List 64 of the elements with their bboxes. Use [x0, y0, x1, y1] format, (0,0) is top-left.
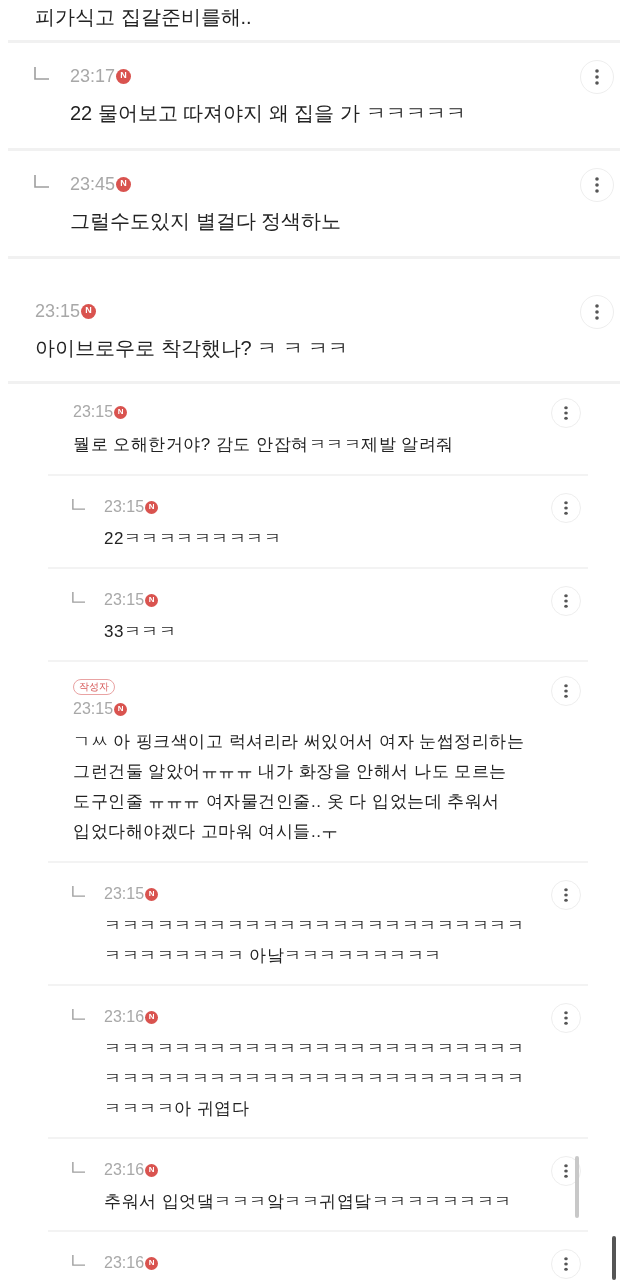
more-icon: [595, 177, 599, 193]
comment-time: 23:16: [104, 1160, 145, 1180]
comment-time: 23:15: [73, 402, 114, 422]
comment-text: 피가식고 집갈준비를해..: [35, 5, 252, 30]
new-badge: N: [145, 500, 159, 514]
new-badge: N: [145, 593, 159, 607]
reply-corner-icon: [72, 592, 85, 603]
comment-text: ㅋㅋㅋㅋㅋㅋㅋㅋㅋㅋㅋㅋㅋㅋㅋㅋㅋㅋㅋㅋㅋㅋㅋㅋㅋㅋㅋㅋㅋㅋㅋㅋㅋㅋㅋㅋㅋㅋㅋㅋㅋㅋㅋㅋㅋㅋㅋㅋㅋㅋㅋㅋ아 귀엽다: [104, 1038, 525, 1120]
more-icon: [564, 594, 568, 608]
scrollbar-thumb: [612, 1236, 616, 1280]
comment-text: 22ㅋㅋㅋㅋㅋㅋㅋㅋㅋ: [104, 528, 282, 550]
more-button[interactable]: [580, 295, 614, 329]
new-badge: N: [114, 702, 128, 716]
comment-text: 추워서 입엇댘ㅋㅋㅋ앜ㅋㅋ귀엽닼ㅋㅋㅋㅋㅋㅋㅋㅋ: [104, 1191, 512, 1213]
more-button[interactable]: [580, 168, 614, 202]
more-icon: [595, 69, 599, 85]
new-badge: N: [114, 405, 128, 419]
more-button[interactable]: [551, 493, 581, 523]
more-icon: [564, 684, 568, 698]
reply-corner-icon: [34, 67, 49, 80]
reply-corner-icon: [72, 886, 85, 897]
more-button[interactable]: [551, 586, 581, 616]
comment-time: 23:17: [70, 65, 116, 88]
comment-time: 23:16: [104, 1007, 145, 1027]
comment-text: 33ㅋㅋㅋ: [104, 621, 177, 643]
reply-corner-icon: [72, 1162, 85, 1173]
comment-text: ㅋㅋㅋㅋㅋㅋㅋㅋㅋㅋㅋㅋㅋㅋㅋㅋㅋㅋㅋㅋㅋㅋㅋㅋㅋㅋㅋㅋㅋㅋㅋㅋ 아낰ㅋㅋㅋㅋㅋㅋㅋㅋㅋ: [104, 915, 525, 967]
more-icon: [564, 1164, 568, 1178]
comment-time: 23:16: [104, 1253, 145, 1273]
comment-time: 23:15: [104, 590, 145, 610]
comment-time: 23:45: [70, 173, 116, 196]
new-badge: N: [145, 1010, 159, 1024]
new-badge: N: [145, 1163, 159, 1177]
more-button[interactable]: [551, 1003, 581, 1033]
comment-time: 23:15: [35, 300, 81, 323]
more-icon: [595, 304, 599, 320]
reply-corner-icon: [72, 1009, 85, 1020]
more-button[interactable]: [551, 880, 581, 910]
comment-time: 23:15: [104, 497, 145, 517]
comment-text: 22 물어보고 따져야지 왜 집을 가 ㅋㅋㅋㅋㅋ: [70, 101, 466, 126]
more-icon: [564, 406, 568, 420]
more-icon: [564, 888, 568, 902]
more-button[interactable]: [580, 60, 614, 94]
reply-corner-icon: [72, 1255, 85, 1266]
more-button[interactable]: [551, 1249, 581, 1279]
comment-text: 그럴수도있지 별걸다 정색하노: [70, 209, 342, 234]
new-badge: N: [116, 176, 132, 192]
reply-corner-icon: [34, 175, 49, 188]
more-button[interactable]: [551, 676, 581, 706]
new-badge: N: [145, 1256, 159, 1270]
scrollbar-thumb: [575, 1156, 579, 1218]
comment-text: 뭘로 오해한거야? 감도 안잡혀ㅋㅋㅋ제발 알려줘: [73, 434, 454, 456]
reply-corner-icon: [72, 499, 85, 510]
new-badge: N: [145, 887, 159, 901]
more-icon: [564, 1257, 568, 1271]
more-button[interactable]: [551, 398, 581, 428]
comment-text: ㄱㅆ 아 핑크색이고 럭셔리라 써있어서 여자 눈썹정리하는 그런건둘 알았어ㅠㅠㅠ 내가 화장을 안해서 나도 모르는 도구인줄 ㅠㅠㅠ 여자물건인줄.. 옷 다 입었는데 추워서 입었다해야겠다 고마워 여시들..ㅜ: [73, 731, 526, 843]
more-icon: [564, 1011, 568, 1025]
new-badge: N: [81, 303, 97, 319]
new-badge: N: [116, 68, 132, 84]
comment-text: 아이브로우로 착각했나? ㅋ ㅋ ㅋㅋ: [35, 336, 349, 361]
comment-time: 23:15: [104, 884, 145, 904]
comment-time: 23:15: [73, 699, 114, 719]
more-icon: [564, 501, 568, 515]
